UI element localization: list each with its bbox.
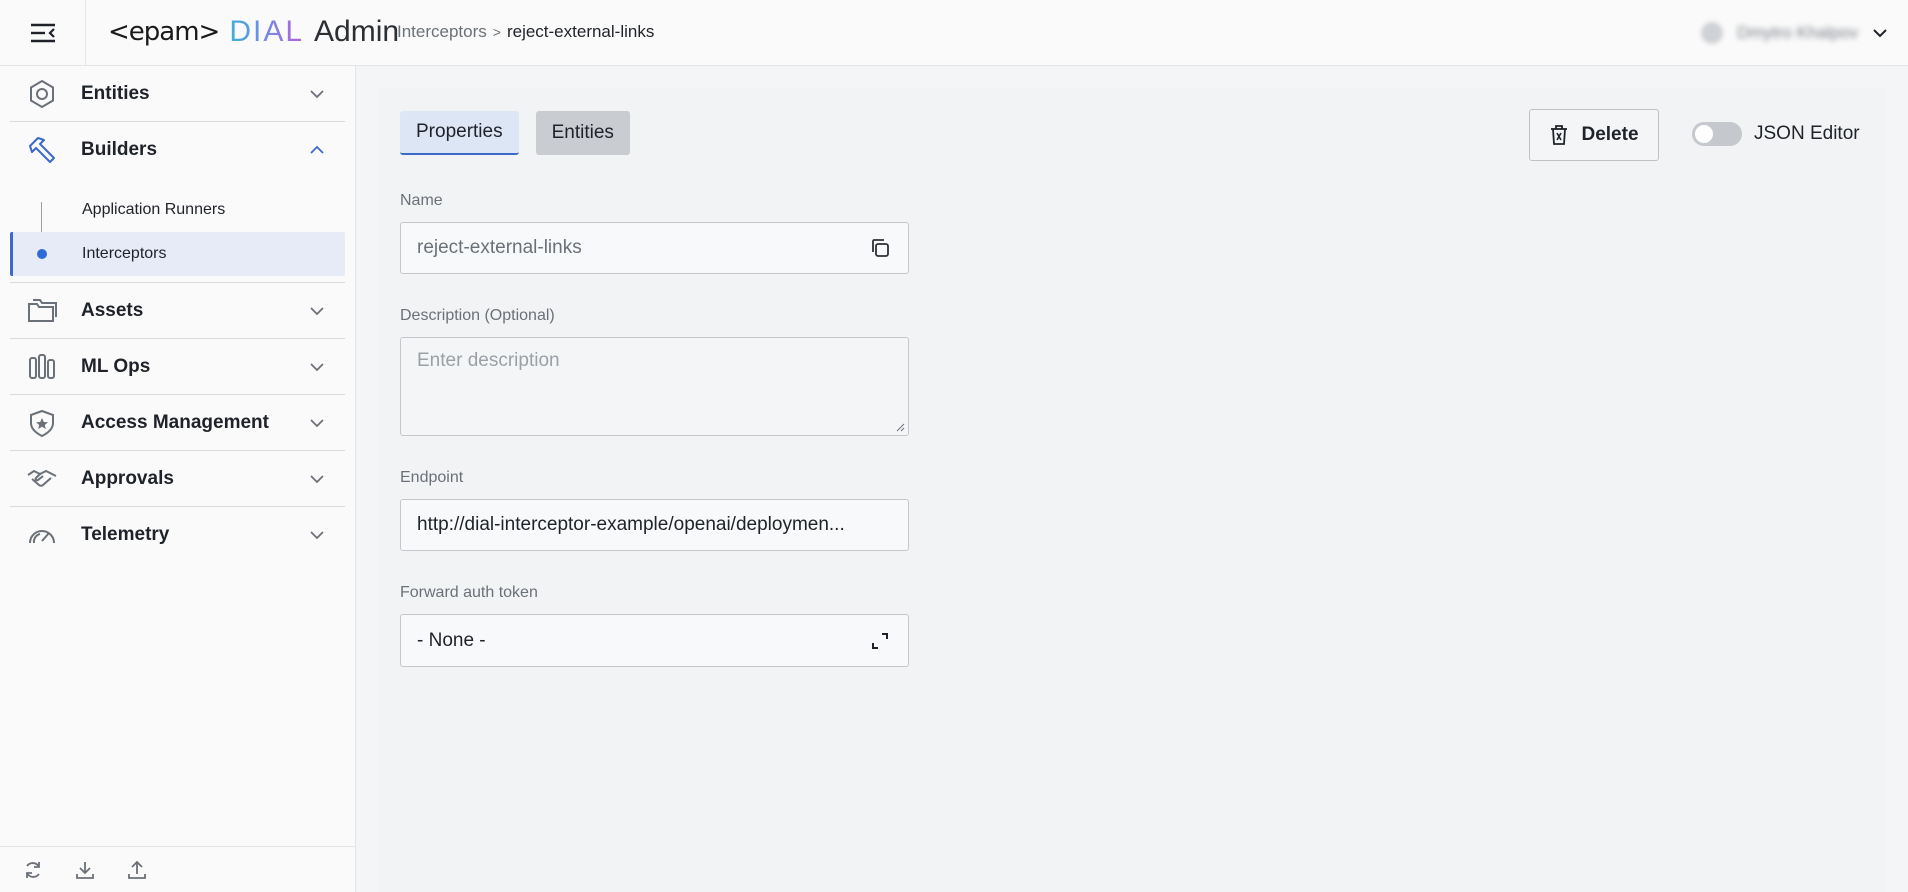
upload-icon[interactable] [126,859,148,881]
chevron-right-icon: > [492,24,501,40]
forward-auth-token-value: - None - [417,629,486,651]
logo-dial: DIAL [229,15,305,48]
copy-icon[interactable] [868,236,892,260]
sidebar-item-application-runners[interactable]: Application Runners [10,188,345,232]
sidebar-group-label: Entities [81,82,150,104]
refresh-icon[interactable] [22,859,44,881]
sidebar-group-label: Telemetry [81,524,170,545]
tab-properties[interactable]: Properties [400,111,519,155]
sidebar-group-label: ML Ops [81,355,151,377]
sidebar: Entities Builders Application Runners In… [0,66,356,892]
logo-admin: Admin [314,15,400,48]
name-value: reject-external-links [417,237,582,258]
sidebar-group-entities[interactable]: Entities [10,66,345,122]
tab-bar: Properties Entities [400,111,630,155]
description-textarea[interactable]: Enter description [400,337,909,436]
delete-button[interactable]: Delete [1529,109,1659,161]
hexagon-icon [26,78,58,110]
toggle-switch[interactable] [1692,122,1742,146]
sidebar-group-ml-ops[interactable]: ML Ops [10,339,345,395]
download-icon[interactable] [74,859,96,881]
chevron-down-icon [309,303,325,319]
forward-auth-token-label: Forward auth token [400,584,538,601]
delete-button-label: Delete [1581,124,1639,145]
sidebar-item-interceptors[interactable]: Interceptors [10,232,345,276]
sidebar-group-builders[interactable]: Builders [10,122,345,178]
app-logo[interactable]: <epam> DIAL Admin [108,14,399,50]
top-header: <epam> DIAL Admin Interceptors > reject-… [0,0,1908,66]
forward-auth-token-select[interactable]: - None - [400,614,909,667]
chevron-down-icon [309,471,325,487]
folders-icon [26,295,58,327]
breadcrumb-parent-link[interactable]: Interceptors [397,22,487,42]
sidebar-group-label: Access Management [81,411,269,433]
sidebar-item-label: Interceptors [82,245,167,262]
toggle-knob [1695,125,1713,143]
description-label: Description (Optional) [400,307,555,324]
chevron-down-icon [309,359,325,375]
chevron-down-icon [309,415,325,431]
chevron-up-icon [309,142,325,158]
mlops-icon [26,351,58,383]
sidebar-footer [0,846,355,892]
builders-submenu: Application Runners Interceptors [10,178,345,283]
menu-toggle-button[interactable] [0,0,86,66]
endpoint-value: http://dial-interceptor-example/openai/d… [417,514,845,535]
avatar [1701,22,1724,44]
handshake-icon [26,463,58,495]
sidebar-group-label: Builders [81,139,158,160]
json-editor-toggle[interactable]: JSON Editor [1692,122,1860,146]
sidebar-group-approvals[interactable]: Approvals [10,451,345,507]
user-name: Dmytro Khalpov [1737,23,1858,42]
description-placeholder: Enter description [417,350,560,371]
menu-collapse-icon [30,23,55,43]
json-editor-label: JSON Editor [1754,123,1860,144]
breadcrumb: Interceptors > reject-external-links [397,22,654,42]
tab-entities[interactable]: Entities [535,111,630,155]
logo-epam: <epam> [108,17,220,47]
sidebar-group-access-management[interactable]: Access Management [10,395,345,451]
active-indicator-dot [37,249,47,259]
resize-grip-icon[interactable] [895,422,905,432]
user-menu[interactable]: Dmytro Khalpov [1638,0,1908,66]
sidebar-item-label: Application Runners [82,201,226,218]
sidebar-group-assets[interactable]: Assets [10,283,345,339]
expand-icon[interactable] [868,629,892,653]
shield-star-icon [26,407,58,439]
sidebar-group-label: Assets [81,299,144,321]
sidebar-group-label: Approvals [81,467,174,489]
name-field[interactable]: reject-external-links [400,222,909,274]
chevron-down-icon[interactable] [1872,25,1888,41]
name-label: Name [400,192,443,209]
main-panel: Properties Entities Delete JSON Editor N… [378,88,1886,892]
sidebar-group-telemetry[interactable]: Telemetry [10,507,345,563]
chevron-down-icon [309,86,325,102]
breadcrumb-current: reject-external-links [506,22,655,41]
gauge-icon [26,519,58,551]
trash-icon [1551,125,1568,145]
hammer-icon [26,134,58,166]
chevron-down-icon [309,527,325,543]
endpoint-label: Endpoint [400,469,464,486]
endpoint-field[interactable]: http://dial-interceptor-example/openai/d… [400,499,909,551]
